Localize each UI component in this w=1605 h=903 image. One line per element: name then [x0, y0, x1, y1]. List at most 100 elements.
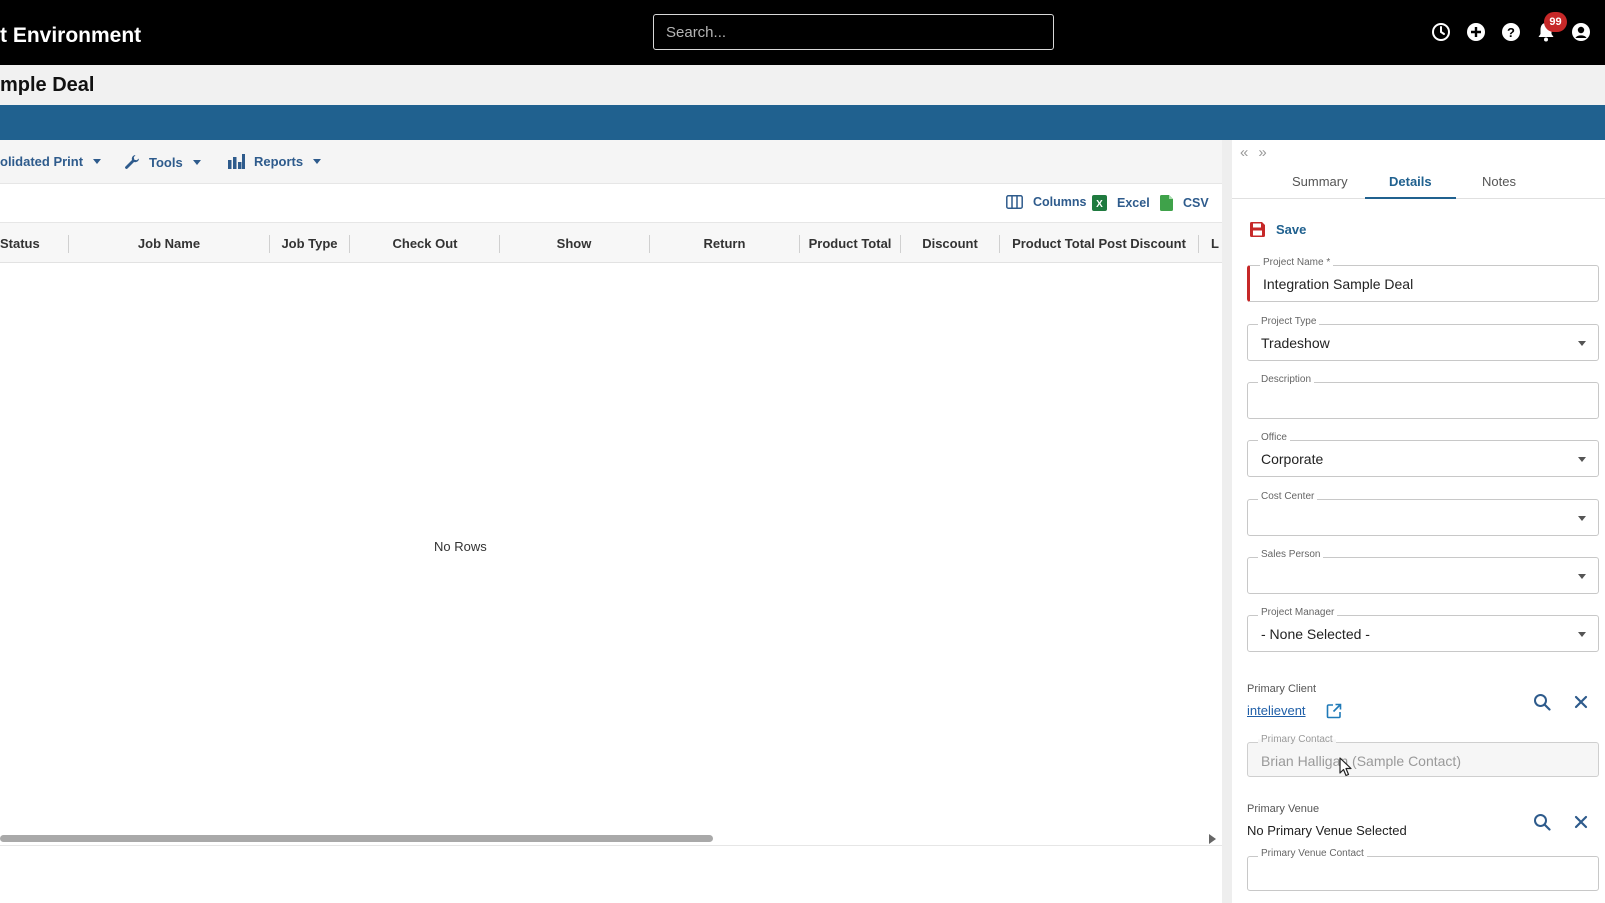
primary-venue-contact-field[interactable]: Primary Venue Contact: [1247, 848, 1599, 891]
tools-label: Tools: [149, 154, 183, 170]
project-manager-value: - None Selected -: [1261, 626, 1370, 642]
side-panel-tabs: Summary Details Notes: [1232, 166, 1605, 199]
columns-icon: [1006, 195, 1023, 209]
primary-contact-label: Primary Contact: [1258, 734, 1336, 745]
environment-title: t Environment: [0, 24, 142, 47]
section-header-bar: [0, 105, 1605, 140]
open-external-icon[interactable]: [1324, 701, 1344, 721]
chevron-down-icon: [93, 159, 102, 164]
consolidated-print-label: olidated Print: [0, 154, 84, 169]
panel-splitter[interactable]: [1222, 140, 1232, 903]
column-header-status[interactable]: Status: [0, 223, 40, 262]
column-header-check-out[interactable]: Check Out: [350, 223, 500, 262]
clear-venue-close-icon[interactable]: [1571, 812, 1591, 832]
column-header-product-total[interactable]: Product Total: [800, 223, 900, 262]
project-name-field[interactable]: Project Name * Integration Sample Deal: [1247, 257, 1599, 302]
app-root: t Environment ? 99 mple Deal olidated Pr…: [0, 0, 1605, 903]
chevron-down-icon: [1578, 632, 1586, 637]
office-select[interactable]: Office Corporate: [1247, 432, 1599, 477]
chevron-down-icon: [1578, 574, 1586, 579]
column-header-show[interactable]: Show: [500, 223, 648, 262]
office-label: Office: [1258, 432, 1290, 443]
grid-horizontal-scrollbar[interactable]: [0, 830, 1223, 846]
user-account-icon[interactable]: [1569, 20, 1593, 44]
svg-text:?: ?: [1507, 25, 1515, 40]
project-name-value: Integration Sample Deal: [1263, 276, 1414, 292]
primary-venue-label: Primary Venue: [1247, 803, 1320, 815]
help-icon[interactable]: ?: [1499, 20, 1523, 44]
search-venue-icon[interactable]: [1532, 812, 1552, 832]
scrollbar-thumb[interactable]: [0, 835, 713, 842]
columns-button[interactable]: Columns: [1006, 195, 1086, 209]
office-value: Corporate: [1261, 451, 1324, 467]
consolidated-print-menu[interactable]: olidated Print: [0, 154, 102, 169]
reports-label: Reports: [254, 154, 304, 169]
grid-toolbar: olidated Print Tools Reports: [0, 140, 1223, 184]
tab-details[interactable]: Details: [1389, 174, 1432, 189]
chevron-down-icon: [1578, 341, 1586, 346]
primary-venue-contact-label: Primary Venue Contact: [1258, 848, 1367, 859]
columns-label: Columns: [1033, 195, 1087, 209]
add-circle-icon[interactable]: [1464, 20, 1488, 44]
chevron-down-icon: [313, 159, 322, 164]
top-navbar: t Environment ? 99: [0, 0, 1605, 65]
history-clock-icon[interactable]: [1429, 20, 1453, 44]
project-name-label: Project Name *: [1260, 257, 1334, 268]
save-label: Save: [1276, 222, 1307, 237]
csv-file-icon: [1160, 195, 1173, 211]
primary-client-label: Primary Client: [1247, 683, 1317, 695]
project-manager-label: Project Manager: [1258, 607, 1338, 618]
sales-person-select[interactable]: Sales Person: [1247, 549, 1599, 594]
chevron-down-icon: [192, 159, 201, 165]
csv-export-button[interactable]: CSV: [1160, 195, 1209, 211]
scroll-right-arrow-icon[interactable]: [1209, 834, 1216, 844]
save-button[interactable]: Save: [1250, 222, 1306, 237]
column-header-job-type[interactable]: Job Type: [270, 223, 349, 262]
collapse-left-icon[interactable]: «: [1240, 144, 1248, 161]
page-title-bar: mple Deal: [0, 65, 1605, 105]
primary-client-link[interactable]: intelievent: [1247, 703, 1306, 718]
page-title: mple Deal: [0, 74, 95, 96]
wrench-icon: [125, 155, 139, 169]
expand-right-icon[interactable]: »: [1258, 144, 1266, 161]
column-header-job-name[interactable]: Job Name: [69, 223, 269, 262]
grid-export-bar: Columns X Excel CSV: [0, 184, 1223, 222]
project-type-select[interactable]: Project Type Tradeshow: [1247, 316, 1599, 361]
grid-header-row: Status Job Name Job Type Check Out Show …: [0, 222, 1223, 263]
column-header-discount[interactable]: Discount: [901, 223, 999, 262]
chevron-down-icon: [1578, 516, 1586, 521]
cost-center-label: Cost Center: [1258, 491, 1318, 502]
cost-center-select[interactable]: Cost Center: [1247, 491, 1599, 536]
excel-icon: X: [1092, 195, 1107, 211]
description-label: Description: [1258, 374, 1315, 385]
grid-empty-message: No Rows: [434, 539, 487, 554]
project-manager-select[interactable]: Project Manager - None Selected -: [1247, 607, 1599, 652]
tab-summary[interactable]: Summary: [1292, 174, 1348, 189]
floppy-disk-icon: [1250, 222, 1265, 237]
search-client-icon[interactable]: [1532, 692, 1552, 712]
column-header-return[interactable]: Return: [650, 223, 799, 262]
active-tab-indicator: [1365, 197, 1456, 199]
notification-count-badge: 99: [1544, 12, 1567, 32]
column-header-product-total-post-discount[interactable]: Product Total Post Discount: [1000, 223, 1198, 262]
chevron-down-icon: [1578, 457, 1586, 462]
clear-client-close-icon[interactable]: [1571, 692, 1591, 712]
description-field[interactable]: Description: [1247, 374, 1599, 419]
excel-label: Excel: [1117, 196, 1150, 210]
primary-venue-value: No Primary Venue Selected: [1247, 823, 1407, 838]
column-header-truncated[interactable]: L: [1211, 223, 1219, 262]
excel-export-button[interactable]: X Excel: [1092, 195, 1150, 211]
svg-text:X: X: [1096, 199, 1103, 210]
primary-contact-field: Primary Contact Brian Halligan (Sample C…: [1247, 734, 1599, 777]
tools-menu[interactable]: Tools: [124, 154, 201, 170]
tab-notes[interactable]: Notes: [1482, 174, 1516, 189]
csv-label: CSV: [1183, 196, 1209, 210]
bar-chart-icon: [228, 154, 245, 169]
reports-menu[interactable]: Reports: [228, 154, 322, 169]
project-details-panel: « » Summary Details Notes Save Project N…: [1232, 140, 1605, 903]
project-type-value: Tradeshow: [1261, 335, 1330, 351]
mouse-cursor-icon: [1339, 757, 1352, 777]
primary-contact-value: Brian Halligan (Sample Contact): [1261, 753, 1461, 769]
project-type-label: Project Type: [1258, 316, 1320, 327]
global-search-input[interactable]: [653, 14, 1054, 50]
